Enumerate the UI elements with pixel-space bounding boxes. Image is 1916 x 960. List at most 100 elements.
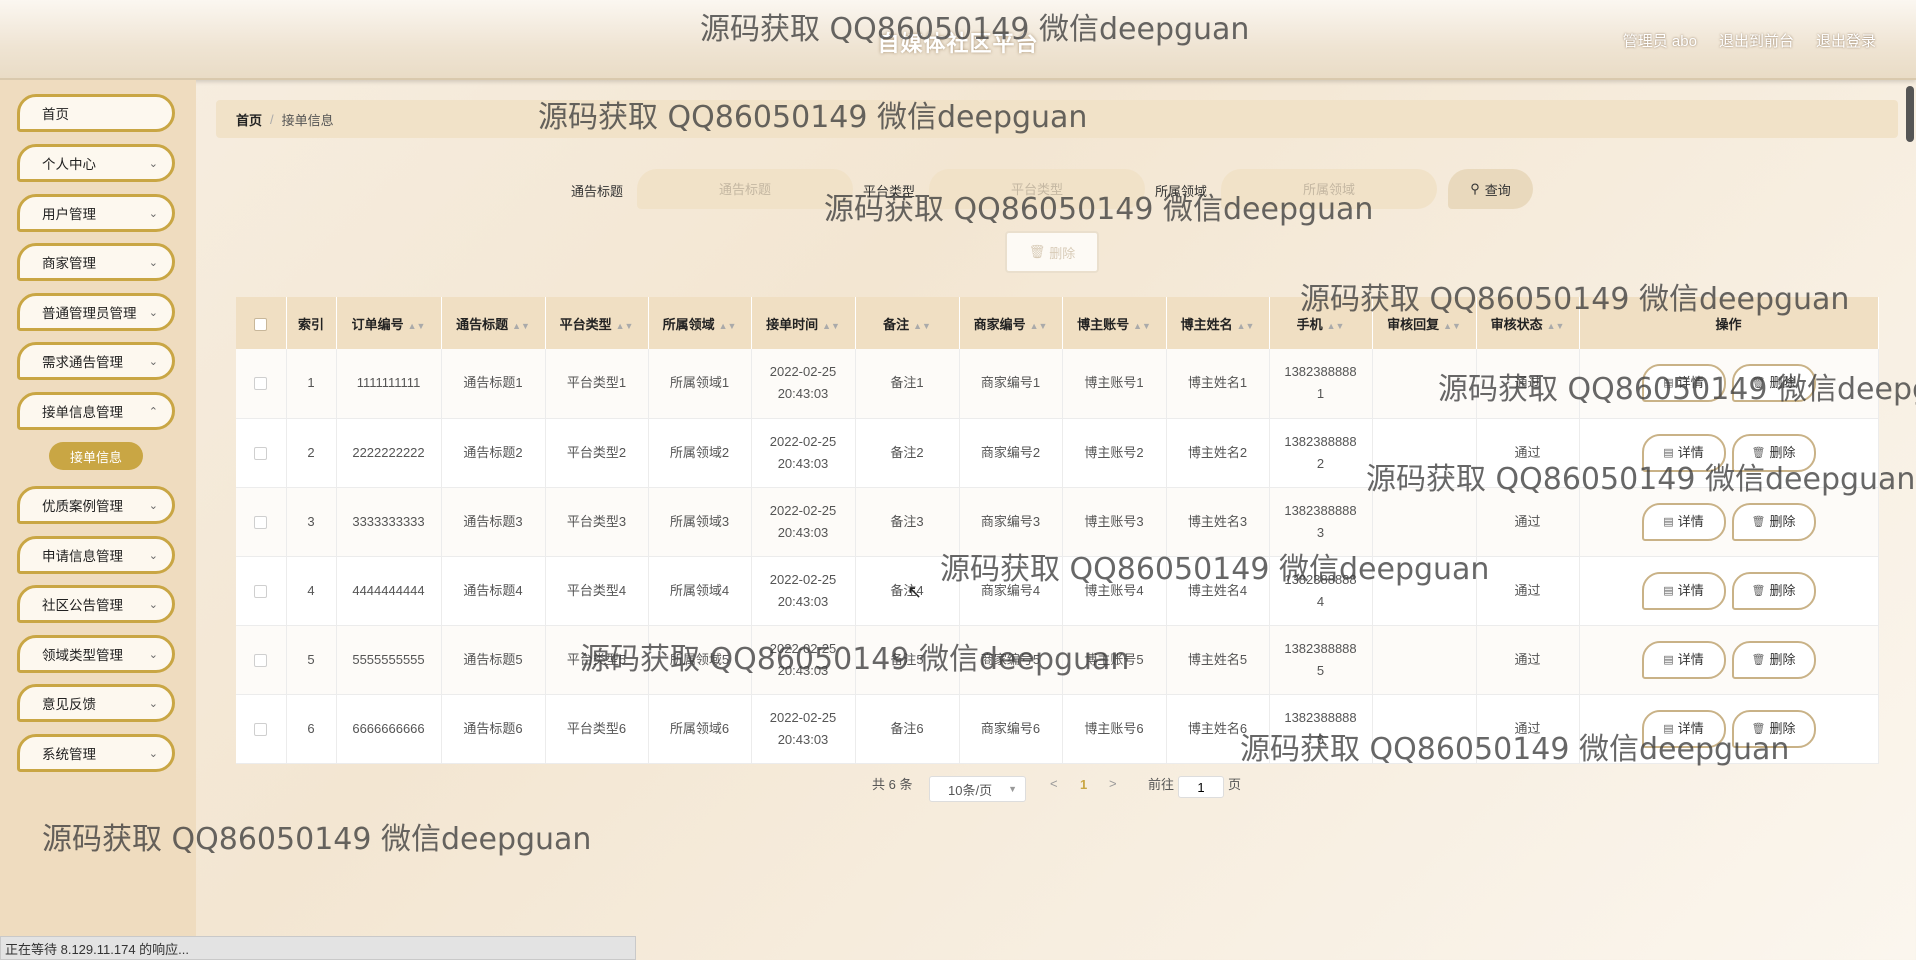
cell-platform: 平台类型2 bbox=[545, 418, 649, 488]
page-suffix: 页 bbox=[1228, 777, 1242, 792]
sidebar-subitem-order-info[interactable]: 接单信息 bbox=[49, 442, 143, 470]
platform-search-label: 平台类型 bbox=[863, 184, 916, 199]
row-checkbox[interactable] bbox=[254, 722, 268, 736]
goto-page-input[interactable] bbox=[1178, 776, 1224, 798]
sidebar-item-domain-types[interactable]: 领域类型管理 ⌄ bbox=[17, 635, 175, 673]
bulk-delete-label: 删除 bbox=[1049, 245, 1076, 261]
column-header[interactable]: 订单编号 ▲▼ bbox=[336, 297, 442, 349]
row-select-cell[interactable] bbox=[236, 625, 287, 695]
row-checkbox[interactable] bbox=[254, 515, 268, 529]
sort-icon[interactable]: ▲▼ bbox=[822, 321, 840, 331]
sidebar-item-home[interactable]: 首页 bbox=[17, 94, 175, 132]
sidebar-item-feedback[interactable]: 意见反馈 ⌄ bbox=[17, 684, 175, 722]
next-page-button[interactable]: > bbox=[1109, 776, 1117, 791]
cell-blogger-name: 博主姓名1 bbox=[1166, 349, 1270, 419]
delete-button[interactable]: 🗑 删除 bbox=[1731, 433, 1816, 472]
sidebar-item-cases[interactable]: 优质案例管理 ⌄ bbox=[17, 486, 175, 524]
delete-button[interactable]: 🗑 删除 bbox=[1731, 502, 1816, 541]
sort-icon[interactable]: ▲▼ bbox=[512, 321, 530, 331]
detail-button[interactable]: ▤ 详情 bbox=[1641, 571, 1726, 610]
page-size-select[interactable]: 10条/页 ▼ bbox=[929, 776, 1026, 802]
cell-phone: 1382388888 1 bbox=[1269, 349, 1373, 419]
back-to-front-link[interactable]: 退出到前台 bbox=[1719, 30, 1794, 51]
cell-date: 2022-02-25 bbox=[769, 640, 837, 656]
row-select-cell[interactable] bbox=[236, 487, 287, 557]
bulk-delete-button[interactable]: 🗑 删除 bbox=[1005, 231, 1099, 273]
detail-button[interactable]: ▤ 详情 bbox=[1641, 709, 1726, 748]
detail-button[interactable]: ▤ 详情 bbox=[1641, 364, 1726, 403]
column-header[interactable]: 商家编号 ▲▼ bbox=[959, 297, 1063, 349]
domain-search-input[interactable] bbox=[1221, 169, 1437, 209]
column-header[interactable]: 审核状态 ▲▼ bbox=[1476, 297, 1580, 349]
cell-index: 4 bbox=[286, 556, 337, 626]
sidebar-item-system[interactable]: 系统管理 ⌄ bbox=[17, 734, 175, 772]
cell-note: 备注2 bbox=[855, 418, 960, 488]
cell-time: 20:43:03 bbox=[777, 731, 829, 747]
sidebar-item-demand-notices[interactable]: 需求通告管理 ⌄ bbox=[17, 342, 175, 380]
row-select-cell[interactable] bbox=[236, 349, 287, 419]
detail-button[interactable]: ▤ 详情 bbox=[1641, 502, 1726, 541]
delete-button[interactable]: 🗑 删除 bbox=[1731, 709, 1816, 748]
sidebar-item-profile[interactable]: 个人中心 ⌄ bbox=[17, 144, 175, 182]
delete-button[interactable]: 🗑 删除 bbox=[1731, 571, 1816, 610]
title-search-input[interactable] bbox=[637, 169, 853, 209]
logout-link[interactable]: 退出登录 bbox=[1816, 30, 1876, 51]
sidebar-item-announcements[interactable]: 社区公告管理 ⌄ bbox=[17, 585, 175, 623]
prev-page-button[interactable]: < bbox=[1050, 776, 1058, 791]
select-all-cell[interactable] bbox=[236, 297, 287, 349]
top-header: 自媒体社区平台 管理员 abo 退出到前台 退出登录 bbox=[0, 0, 1916, 80]
sidebar-item-label: 优质案例管理 bbox=[42, 499, 123, 514]
search-icon: ⚲ bbox=[1470, 181, 1480, 196]
sidebar-item-merchants[interactable]: 商家管理 ⌄ bbox=[17, 243, 175, 281]
select-all-checkbox[interactable] bbox=[254, 317, 268, 331]
cell-phone: 1382388888 2 bbox=[1269, 418, 1373, 488]
sidebar-item-users[interactable]: 用户管理 ⌄ bbox=[17, 194, 175, 232]
row-checkbox[interactable] bbox=[254, 446, 268, 460]
sort-icon[interactable]: ▲▼ bbox=[1327, 321, 1345, 331]
sort-icon[interactable]: ▲▼ bbox=[1443, 321, 1461, 331]
cell-review-reply bbox=[1372, 625, 1477, 695]
cell-index: 2 bbox=[286, 418, 337, 488]
sidebar-item-order-info[interactable]: 接单信息管理 ⌃ bbox=[17, 392, 175, 430]
column-header[interactable]: 平台类型 ▲▼ bbox=[545, 297, 649, 349]
sort-icon[interactable]: ▲▼ bbox=[408, 321, 426, 331]
column-header[interactable]: 审核回复 ▲▼ bbox=[1372, 297, 1477, 349]
column-header[interactable]: 通告标题 ▲▼ bbox=[441, 297, 546, 349]
row-checkbox[interactable] bbox=[254, 584, 268, 598]
delete-button[interactable]: 🗑 删除 bbox=[1731, 640, 1816, 679]
detail-button[interactable]: ▤ 详情 bbox=[1641, 433, 1726, 472]
column-header[interactable]: 备注 ▲▼ bbox=[855, 297, 960, 349]
sidebar-item-admins[interactable]: 普通管理员管理 ⌄ bbox=[17, 293, 175, 331]
sort-icon[interactable]: ▲▼ bbox=[616, 321, 634, 331]
cell-merchant-no: 商家编号5 bbox=[959, 625, 1063, 695]
row-checkbox[interactable] bbox=[254, 377, 268, 391]
breadcrumb-home[interactable]: 首页 bbox=[236, 110, 262, 129]
page-scrollbar[interactable] bbox=[1906, 86, 1914, 142]
sort-icon[interactable]: ▲▼ bbox=[1547, 321, 1565, 331]
column-header[interactable]: 所属领域 ▲▼ bbox=[648, 297, 752, 349]
detail-button[interactable]: ▤ 详情 bbox=[1641, 640, 1726, 679]
sort-icon[interactable]: ▲▼ bbox=[1030, 321, 1048, 331]
cell-platform: 平台类型4 bbox=[545, 556, 649, 626]
sidebar-item-applications[interactable]: 申请信息管理 ⌄ bbox=[17, 536, 175, 574]
column-header[interactable]: 博主账号 ▲▼ bbox=[1062, 297, 1167, 349]
table-row: 2 2222222222 通告标题2 平台类型2 所属领域2 2022-02-25 20:4… bbox=[236, 418, 1879, 488]
column-header[interactable]: 手机 ▲▼ bbox=[1269, 297, 1373, 349]
row-checkbox[interactable] bbox=[254, 653, 268, 667]
sort-icon[interactable]: ▲▼ bbox=[1133, 321, 1151, 331]
trash-icon: 🗑 bbox=[1751, 722, 1766, 735]
page-size-value: 10条/页 bbox=[948, 782, 993, 798]
query-button[interactable]: ⚲ 查询 bbox=[1448, 169, 1533, 209]
row-select-cell[interactable] bbox=[236, 556, 287, 626]
sort-icon[interactable]: ▲▼ bbox=[719, 321, 737, 331]
row-select-cell[interactable] bbox=[236, 418, 287, 488]
sort-icon[interactable]: ▲▼ bbox=[1237, 321, 1255, 331]
sidebar-item-label: 用户管理 bbox=[42, 207, 96, 222]
platform-search-input[interactable] bbox=[929, 169, 1145, 209]
row-select-cell[interactable] bbox=[236, 694, 287, 764]
sort-icon[interactable]: ▲▼ bbox=[913, 321, 931, 331]
delete-button[interactable]: 🗑 删除 bbox=[1731, 364, 1816, 403]
column-header[interactable]: 接单时间 ▲▼ bbox=[751, 297, 856, 349]
page-number-current[interactable]: 1 bbox=[1080, 777, 1087, 792]
column-header[interactable]: 博主姓名 ▲▼ bbox=[1166, 297, 1270, 349]
